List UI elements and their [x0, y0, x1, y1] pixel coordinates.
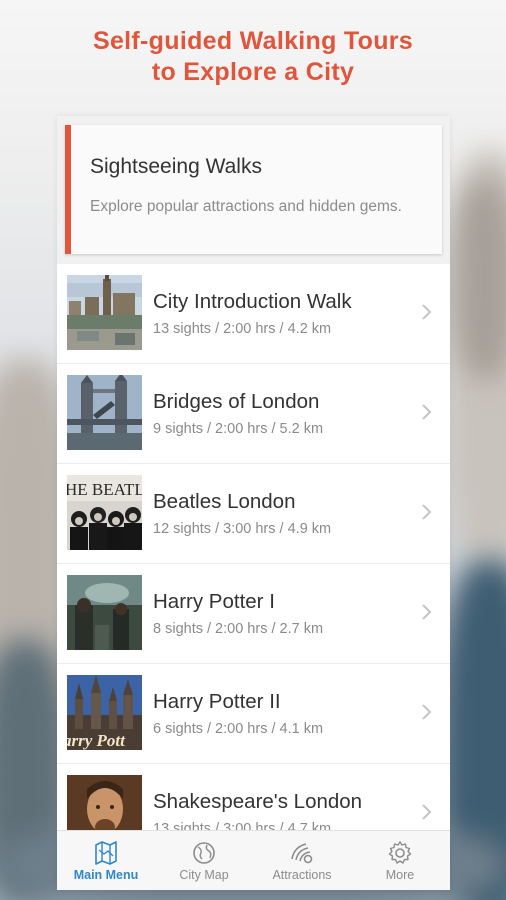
headline-line-2: to Explore a City: [151, 58, 355, 86]
card-description: Explore popular attractions and hidden g…: [90, 198, 402, 215]
tour-title: Harry Potter I: [153, 590, 275, 613]
tab-attractions[interactable]: Attractions: [253, 831, 351, 890]
globe-icon: [193, 842, 215, 864]
tour-meta: 8 sights / 2:00 hrs / 2.7 km: [153, 621, 324, 637]
tour-row-harry-potter-ii[interactable]: arry Pott Harry Potter II 6 sights / 2:0…: [57, 664, 450, 764]
card-accent-bar: [65, 125, 71, 254]
map-icon: [95, 841, 117, 865]
tour-row-harry-potter-i[interactable]: Harry Potter I 8 sights / 2:00 hrs / 2.7…: [57, 564, 450, 664]
tour-list: City Introduction Walk 13 sights / 2:00 …: [57, 264, 450, 830]
harry-potter-scene-thumbnail: [67, 575, 142, 650]
chevron-right-icon: [422, 604, 432, 620]
card-title: Sightseeing Walks: [90, 155, 262, 178]
london-skyline-thumbnail: [67, 275, 142, 350]
tab-label: Main Menu: [73, 868, 139, 882]
tour-title: Shakespeare's London: [153, 790, 363, 813]
beatles-thumbnail: HE BEATLE: [67, 475, 142, 550]
hogwarts-castle-thumbnail: arry Pott: [67, 675, 142, 750]
tour-meta: 12 sights / 3:00 hrs / 4.9 km: [153, 521, 332, 537]
tour-title: Harry Potter II: [153, 690, 281, 713]
headline: Self-guided Walking Tours to Explore a C…: [0, 26, 506, 88]
chevron-right-icon: [422, 704, 432, 720]
tour-title: Beatles London: [153, 490, 296, 513]
svg-text:arry Pott: arry Pott: [67, 731, 126, 750]
bottom-tab-bar: Main Menu City Map Attractions More: [57, 830, 450, 890]
tour-row-bridges-of-london[interactable]: Bridges of London 9 sights / 2:00 hrs / …: [57, 364, 450, 464]
tour-row-city-introduction-walk[interactable]: City Introduction Walk 13 sights / 2:00 …: [57, 264, 450, 364]
tour-row-shakespeares-london[interactable]: Shakespeare's London 13 sights / 3:00 hr…: [57, 764, 450, 830]
tour-meta: 13 sights / 2:00 hrs / 4.2 km: [153, 321, 332, 337]
chevron-right-icon: [422, 504, 432, 520]
tab-label: More: [385, 868, 415, 882]
tab-main-menu[interactable]: Main Menu: [57, 831, 155, 890]
chevron-right-icon: [422, 404, 432, 420]
chevron-right-icon: [422, 804, 432, 820]
tour-meta: 9 sights / 2:00 hrs / 5.2 km: [153, 421, 324, 437]
tour-meta: 13 sights / 3:00 hrs / 4.7 km: [153, 821, 332, 830]
attractions-icon: [291, 843, 313, 864]
tab-city-map[interactable]: City Map: [155, 831, 253, 890]
tab-more[interactable]: More: [351, 831, 449, 890]
tour-title: City Introduction Walk: [153, 290, 352, 313]
sightseeing-walks-card[interactable]: Sightseeing Walks Explore popular attrac…: [65, 125, 442, 254]
tour-meta: 6 sights / 2:00 hrs / 4.1 km: [153, 721, 324, 737]
tab-label: Attractions: [272, 868, 332, 882]
gear-icon: [388, 841, 412, 864]
svg-text:HE BEATLE: HE BEATLE: [67, 480, 142, 499]
tower-bridge-thumbnail: [67, 375, 142, 450]
tour-title: Bridges of London: [153, 390, 320, 413]
app-screen: Sightseeing Walks Explore popular attrac…: [57, 116, 450, 890]
chevron-right-icon: [422, 304, 432, 320]
tour-row-beatles-london[interactable]: HE BEATLE Beatles London 12 s: [57, 464, 450, 564]
tab-label: City Map: [179, 868, 229, 882]
shakespeare-portrait-thumbnail: [67, 775, 142, 830]
headline-line-1: Self-guided Walking Tours: [93, 27, 413, 55]
